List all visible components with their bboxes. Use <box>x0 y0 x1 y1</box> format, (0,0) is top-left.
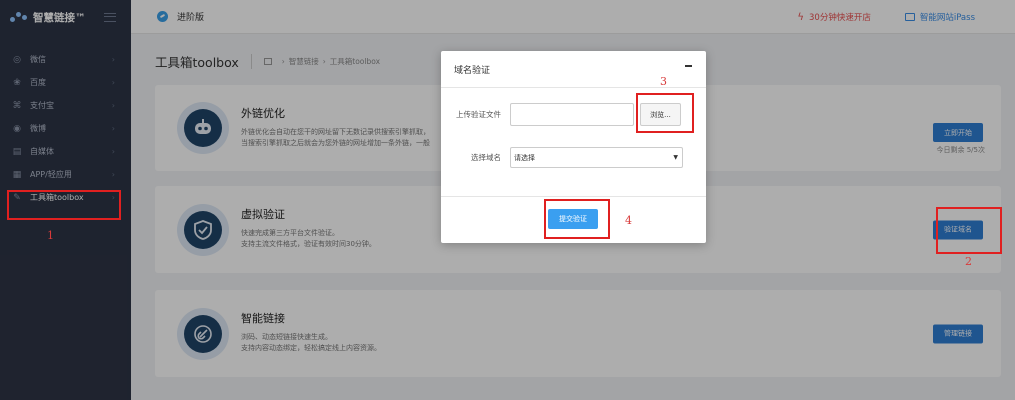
monitor-icon <box>904 13 915 21</box>
card-title: 智能链接 <box>241 312 285 325</box>
sidebar-item-label: 支付宝 <box>30 101 54 110</box>
upload-label: 上传验证文件 <box>456 110 501 119</box>
domain-row: 选择域名 请选择 ▼ <box>441 147 683 168</box>
topbar: 进阶版 ϟ 30分钟快速开店 智能网站iPass <box>131 0 1015 34</box>
domain-label: 选择域名 <box>471 153 501 162</box>
ipass-label: 智能网站iPass <box>919 13 975 23</box>
quick-shop-label: 30分钟快速开店 <box>809 13 871 23</box>
edition-icon <box>157 11 168 22</box>
quick-shop-link[interactable]: ϟ 30分钟快速开店 <box>797 11 871 24</box>
ipass-link[interactable]: 智能网站iPass <box>904 11 975 23</box>
sidebar-item-label: 微博 <box>30 124 46 133</box>
link-icon <box>177 307 229 360</box>
page-title: 工具箱toolbox <box>155 55 239 70</box>
topbar-links: ϟ 30分钟快速开店 智能网站iPass <box>797 0 975 34</box>
page-header: 工具箱toolbox › 智慧链接 › 工具箱toolbox <box>155 52 380 71</box>
chevron-right-icon: › <box>111 124 115 133</box>
annotation-box-4 <box>544 199 610 239</box>
annotation-number-1: 1 <box>47 229 54 242</box>
sidebar-item-label: 自媒体 <box>30 147 54 156</box>
wechat-icon: ◎ <box>13 54 21 65</box>
remaining-count: 今日剩余 5/5次 <box>936 146 986 154</box>
sidebar-menu: ◎ 微信 › ❀ 百度 › ⌘ 支付宝 › ◉ 微博 › ▤ 自媒体 › ▦ A… <box>0 48 131 209</box>
card-desc-line: 当搜索引擎抓取之后就会为您外链的网址增加一条外链，一般 <box>241 139 430 147</box>
sidebar-item-label: 微信 <box>30 55 46 64</box>
media-icon: ▤ <box>12 146 22 157</box>
dialog-title: 域名验证 <box>454 65 491 76</box>
chevron-right-icon: › <box>111 55 115 64</box>
sidebar-item-label: APP/轻应用 <box>30 170 72 179</box>
app-icon: ▦ <box>12 169 22 180</box>
annotation-box-3 <box>636 93 694 133</box>
start-button[interactable]: 立即开始 <box>933 123 983 142</box>
domain-select-value: 请选择 <box>514 153 535 162</box>
home-icon[interactable] <box>263 58 272 65</box>
file-path-input[interactable] <box>510 103 634 126</box>
sidebar-item-wechat[interactable]: ◎ 微信 › <box>0 48 131 71</box>
card-desc-line: 支持主流文件格式，验证有效时间30分钟。 <box>241 240 376 248</box>
manage-links-button[interactable]: 管理链接 <box>933 324 983 343</box>
lightning-icon: ϟ <box>797 11 804 23</box>
menu-toggle-icon[interactable] <box>103 12 116 22</box>
logo-icon <box>10 11 28 23</box>
breadcrumb-item[interactable]: 智慧链接 <box>289 56 319 67</box>
weibo-icon: ◉ <box>13 123 21 134</box>
card-title: 虚拟验证 <box>241 208 285 221</box>
breadcrumb: › 智慧链接 › 工具箱toolbox <box>250 54 381 69</box>
annotation-box-1 <box>7 190 121 220</box>
sidebar-item-app[interactable]: ▦ APP/轻应用 › <box>0 163 131 186</box>
card-desc-line: 外链优化会自动在您干的网址留下无数记录供搜索引擎抓取， <box>241 128 430 136</box>
annotation-number-2: 2 <box>965 255 972 268</box>
app-logo[interactable]: 智慧链接™ <box>0 0 131 34</box>
baidu-paw-icon: ❀ <box>13 77 21 88</box>
minimize-icon[interactable] <box>685 65 692 67</box>
card-title: 外链优化 <box>241 107 285 120</box>
sidebar-item-alipay[interactable]: ⌘ 支付宝 › <box>0 94 131 117</box>
domain-select[interactable]: 请选择 ▼ <box>510 147 683 168</box>
dialog-footer <box>441 196 706 197</box>
sidebar-item-media[interactable]: ▤ 自媒体 › <box>0 140 131 163</box>
card-desc-line: 支持内容动态绑定，轻松搞定线上内容资源。 <box>241 344 381 352</box>
edition-indicator: 进阶版 <box>157 10 204 23</box>
edition-label: 进阶版 <box>177 13 205 23</box>
alipay-icon: ⌘ <box>12 100 22 111</box>
robot-icon <box>177 102 229 154</box>
chevron-right-icon: › <box>111 78 115 87</box>
chevron-right-icon: › <box>111 147 115 156</box>
sidebar-item-label: 百度 <box>30 78 46 87</box>
sidebar-item-baidu[interactable]: ❀ 百度 › <box>0 71 131 94</box>
chevron-right-icon: › <box>111 101 115 110</box>
breadcrumb-item: 工具箱toolbox <box>329 57 381 66</box>
shield-check-icon <box>177 203 229 256</box>
caret-down-icon: ▼ <box>673 154 678 161</box>
tool-card-smart-link: 智能链接 浏码、动态短链接快速生成。 支持内容动态绑定，轻松搞定线上内容资源。 … <box>155 290 1001 377</box>
card-desc-line: 浏码、动态短链接快速生成。 <box>241 333 332 341</box>
card-desc-line: 快速完成第三方平台文件验证。 <box>241 229 339 237</box>
sidebar-item-weibo[interactable]: ◉ 微博 › <box>0 117 131 140</box>
annotation-number-3: 3 <box>660 75 667 88</box>
chevron-right-icon: › <box>111 170 115 179</box>
annotation-box-2 <box>936 207 1002 254</box>
app-name: 智慧链接™ <box>33 11 86 24</box>
annotation-number-4: 4 <box>625 214 632 227</box>
